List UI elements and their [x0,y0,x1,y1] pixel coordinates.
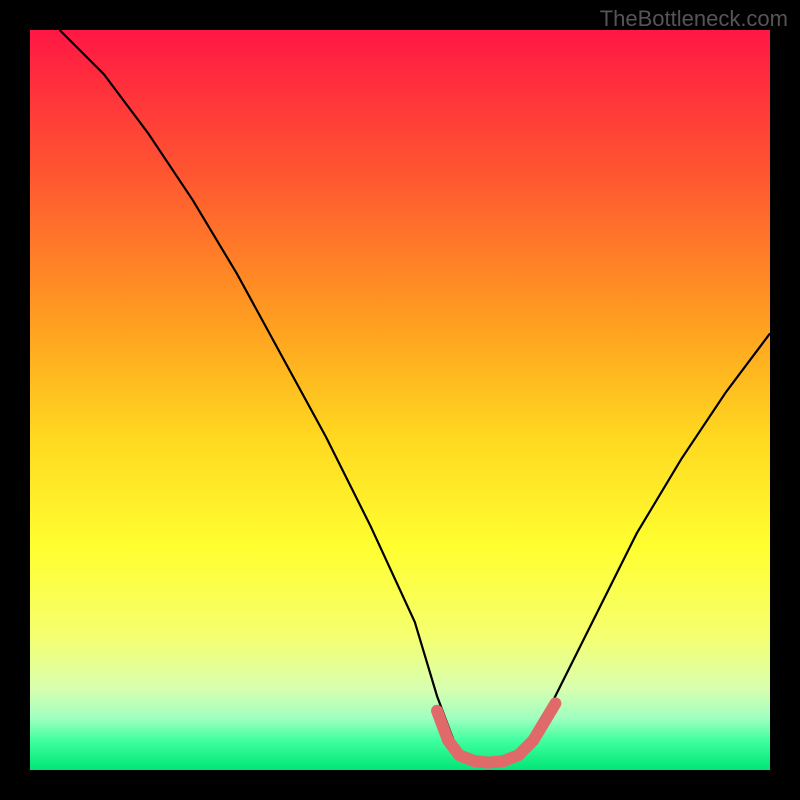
chart-area [30,30,770,770]
watermark-text: TheBottleneck.com [600,6,788,32]
gradient-background [30,30,770,770]
chart-svg [30,30,770,770]
